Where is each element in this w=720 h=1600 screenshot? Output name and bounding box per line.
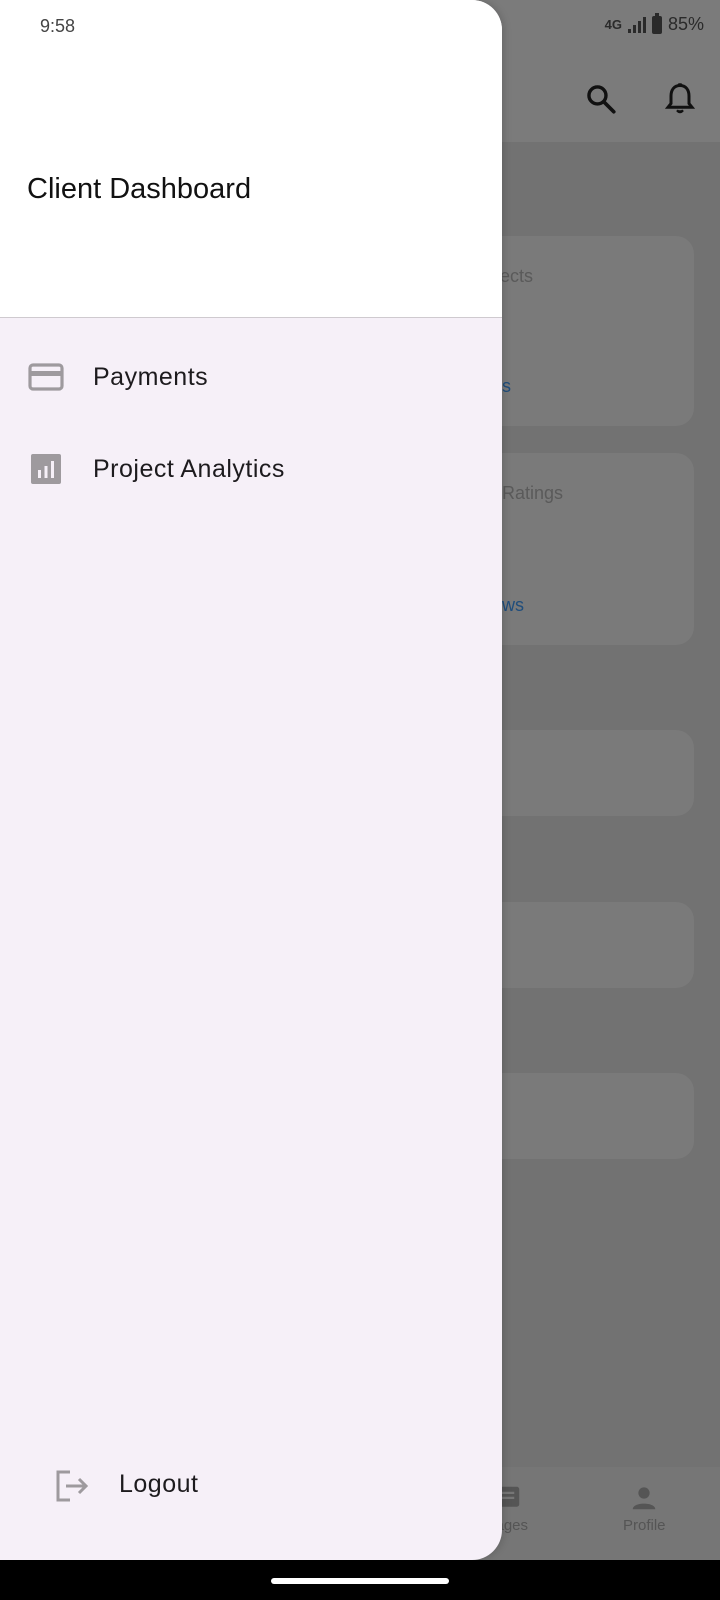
drawer-item-payments[interactable]: Payments bbox=[0, 337, 502, 417]
drawer-item-label: Payments bbox=[93, 362, 209, 391]
card-title: ects bbox=[500, 266, 534, 286]
background-card-ratings: Ratings ws bbox=[470, 453, 694, 645]
nav-label: Profile bbox=[623, 1517, 666, 1534]
drawer-title: Client Dashboard bbox=[27, 173, 252, 205]
background-card bbox=[470, 730, 694, 816]
notification-bell-icon[interactable] bbox=[662, 80, 698, 118]
status-time: 9:58 bbox=[40, 16, 76, 36]
credit-card-icon bbox=[28, 359, 64, 395]
logout-button[interactable]: Logout bbox=[0, 1446, 502, 1526]
navigation-drawer: 9:58 Client Dashboard Payments Project A… bbox=[0, 0, 502, 1560]
card-link: s bbox=[502, 376, 511, 396]
background-card-projects: ects s bbox=[470, 236, 694, 426]
nav-item-profile[interactable]: Profile bbox=[623, 1483, 666, 1534]
network-type: 4G bbox=[604, 17, 622, 32]
logout-icon bbox=[56, 1470, 89, 1502]
person-icon bbox=[633, 1487, 656, 1510]
logout-label: Logout bbox=[119, 1470, 199, 1498]
background-card bbox=[470, 902, 694, 988]
battery-level: 85% bbox=[667, 14, 704, 34]
status-bar-right: 4G 85% bbox=[604, 12, 704, 35]
analytics-icon bbox=[28, 451, 64, 487]
drawer-item-label: Project Analytics bbox=[93, 454, 285, 483]
system-navigation-bar bbox=[0, 1560, 720, 1600]
home-gesture-handle[interactable] bbox=[271, 1578, 449, 1584]
drawer-item-project-analytics[interactable]: Project Analytics bbox=[0, 429, 502, 509]
battery-icon bbox=[651, 12, 662, 34]
signal-icon bbox=[627, 16, 646, 33]
background-card bbox=[470, 1073, 694, 1159]
card-title: Ratings bbox=[502, 483, 564, 503]
search-icon[interactable] bbox=[584, 82, 618, 116]
card-link: ws bbox=[502, 595, 524, 615]
drawer-header: 9:58 Client Dashboard bbox=[0, 0, 502, 318]
